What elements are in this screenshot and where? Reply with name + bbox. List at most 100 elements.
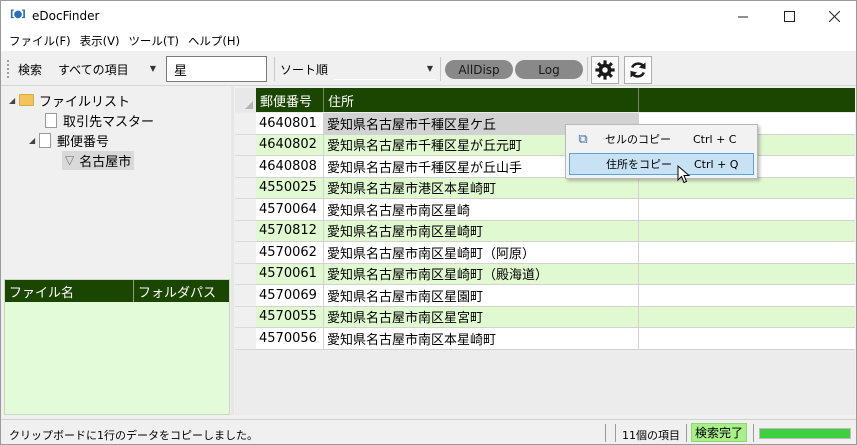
row-header[interactable] — [235, 134, 256, 156]
tree-node-label: 郵便番号 — [57, 134, 110, 150]
row-header[interactable] — [235, 220, 256, 242]
table-row[interactable]: 4570812 愛知県名古屋市南区星崎町 — [235, 220, 855, 242]
title-bar: [●] eDocFinder — [1, 1, 856, 31]
panel-splitter[interactable] — [231, 87, 234, 415]
menu-help[interactable]: ヘルプ(H) — [184, 33, 244, 49]
collapse-arrow-icon[interactable]: ◢ — [29, 136, 39, 145]
tree-node-root[interactable]: ◢ ファイルリスト — [9, 90, 130, 110]
table-row[interactable]: 4570069 愛知県名古屋市南区星園町 — [235, 285, 855, 307]
log-button[interactable]: Log — [515, 60, 583, 79]
tree-node-label: 取引先マスター — [63, 114, 155, 130]
settings-button[interactable] — [591, 56, 619, 84]
table-row[interactable]: 4640801 愛知県名古屋市千種区星ケ丘 — [235, 113, 855, 135]
cell-address[interactable]: 愛知県名古屋市南区本星崎町 — [324, 328, 639, 350]
document-icon — [39, 132, 51, 148]
cell-postal-code[interactable]: 4640801 — [256, 113, 324, 135]
cell-postal-code[interactable]: 4570062 — [256, 242, 324, 264]
cell-address[interactable]: 愛知県名古屋市南区星崎 — [324, 199, 639, 221]
cell-address[interactable]: 愛知県名古屋市南区星宮町 — [324, 306, 639, 328]
data-grid: 郵便番号 住所 4640801 愛知県名古屋市千種区星ケ丘 4640802 愛知… — [235, 88, 855, 415]
refresh-button[interactable] — [624, 56, 652, 84]
search-scope-dropdown[interactable]: すべての項目 ▼ — [58, 58, 159, 80]
app-logo-icon: [●] — [10, 9, 26, 20]
row-header[interactable] — [235, 242, 256, 264]
menu-tools[interactable]: ツール(T) — [124, 33, 183, 49]
cell-empty[interactable] — [639, 177, 855, 199]
table-row[interactable]: 4570056 愛知県名古屋市南区本星崎町 — [235, 328, 855, 350]
selected-tree-item[interactable]: ▽ 名古屋市 — [62, 150, 135, 170]
chevron-down-icon: ▼ — [426, 64, 433, 73]
sort-order-dropdown[interactable]: ▼ — [334, 58, 436, 80]
table-row[interactable]: 4640808 愛知県名古屋市千種区星が丘山手 — [235, 156, 855, 178]
row-header[interactable] — [235, 263, 256, 285]
cell-postal-code[interactable]: 4570061 — [256, 263, 324, 285]
column-header-filename[interactable]: ファイル名 — [5, 280, 134, 302]
row-header[interactable] — [235, 199, 256, 221]
tree-node-postal-code[interactable]: ◢ 郵便番号 — [29, 130, 109, 150]
table-row[interactable]: 4570062 愛知県名古屋市南区星崎町（阿原） — [235, 242, 855, 264]
close-button[interactable] — [811, 1, 856, 31]
minimize-button[interactable] — [720, 1, 766, 31]
cell-address[interactable]: 愛知県名古屋市南区星崎町（阿原） — [324, 242, 639, 264]
cell-postal-code[interactable]: 4640808 — [256, 156, 324, 178]
search-input[interactable] — [166, 56, 267, 82]
table-row[interactable]: 4570064 愛知県名古屋市南区星崎 — [235, 199, 855, 221]
tree-node-label: 名古屋市 — [79, 154, 132, 170]
cell-empty[interactable] — [639, 328, 855, 350]
cell-empty[interactable] — [639, 306, 855, 328]
cell-postal-code[interactable]: 4570056 — [256, 328, 324, 350]
row-header[interactable] — [235, 285, 256, 307]
tree-node-filter-nagoya[interactable]: ▽ 名古屋市 — [62, 150, 135, 170]
search-label: 検索 — [18, 63, 43, 77]
progress-bar — [759, 428, 851, 439]
table-row[interactable]: 4570061 愛知県名古屋市南区星崎町（殿海道） — [235, 263, 855, 285]
cell-address[interactable]: 愛知県名古屋市南区星崎町（殿海道） — [324, 263, 639, 285]
cell-postal-code[interactable]: 4570055 — [256, 306, 324, 328]
table-row[interactable]: 4640802 愛知県名古屋市千種区星が丘元町 — [235, 134, 855, 156]
context-menu-copy-cell[interactable]: ⧉ セルのコピー Ctrl + C — [569, 128, 754, 150]
maximize-button[interactable] — [766, 1, 812, 31]
cell-postal-code[interactable]: 4570812 — [256, 220, 324, 242]
table-row[interactable]: 4570055 愛知県名古屋市南区星宮町 — [235, 306, 855, 328]
row-header[interactable] — [235, 156, 256, 178]
menu-bar: ファイル(F) 表示(V) ツール(T) ヘルプ(H) — [1, 31, 856, 51]
cell-address[interactable]: 愛知県名古屋市南区星園町 — [324, 285, 639, 307]
context-menu-copy-address[interactable]: 住所をコピー Ctrl + Q — [569, 153, 754, 175]
column-header-postal-code[interactable]: 郵便番号 — [256, 88, 324, 112]
cell-empty[interactable] — [639, 220, 855, 242]
row-header[interactable] — [235, 177, 256, 199]
row-header[interactable] — [235, 328, 256, 350]
cell-postal-code[interactable]: 4570064 — [256, 199, 324, 221]
tree-node-label: ファイルリスト — [39, 94, 131, 110]
column-header-folderpath[interactable]: フォルダパス — [134, 280, 229, 302]
toolbar-grip[interactable] — [6, 59, 10, 79]
status-divider — [686, 424, 687, 442]
cell-empty[interactable] — [639, 199, 855, 221]
cell-empty[interactable] — [639, 242, 855, 264]
collapse-arrow-icon[interactable]: ◢ — [9, 96, 19, 105]
table-row[interactable]: 4550025 愛知県名古屋市港区本星崎町 — [235, 177, 855, 199]
select-all-corner[interactable] — [235, 88, 256, 112]
file-list-header: ファイル名 フォルダパス — [5, 280, 229, 302]
menu-file[interactable]: ファイル(F) — [5, 33, 75, 49]
alldisp-button[interactable]: AllDisp — [445, 60, 513, 79]
maximize-icon — [783, 10, 795, 22]
cell-empty[interactable] — [639, 263, 855, 285]
status-message: クリップボードに1行のデータをコピーしました。 — [9, 429, 258, 442]
cell-address[interactable]: 愛知県名古屋市港区本星崎町 — [324, 177, 639, 199]
context-menu-label: セルのコピー — [605, 133, 671, 146]
row-header[interactable] — [235, 306, 256, 328]
column-header-address[interactable]: 住所 — [324, 88, 639, 112]
cell-postal-code[interactable]: 4550025 — [256, 177, 324, 199]
menu-view[interactable]: 表示(V) — [76, 33, 124, 49]
cell-empty[interactable] — [639, 285, 855, 307]
tree-node-client-master[interactable]: 取引先マスター — [45, 110, 154, 130]
cell-postal-code[interactable]: 4570069 — [256, 285, 324, 307]
item-count: 11個の項目 — [622, 429, 680, 442]
refresh-icon — [630, 62, 646, 78]
cell-postal-code[interactable]: 4640802 — [256, 134, 324, 156]
cell-address[interactable]: 愛知県名古屋市南区星崎町 — [324, 220, 639, 242]
row-header[interactable] — [235, 113, 256, 135]
toolbar-divider — [440, 57, 441, 81]
context-menu-shortcut: Ctrl + C — [693, 132, 737, 146]
